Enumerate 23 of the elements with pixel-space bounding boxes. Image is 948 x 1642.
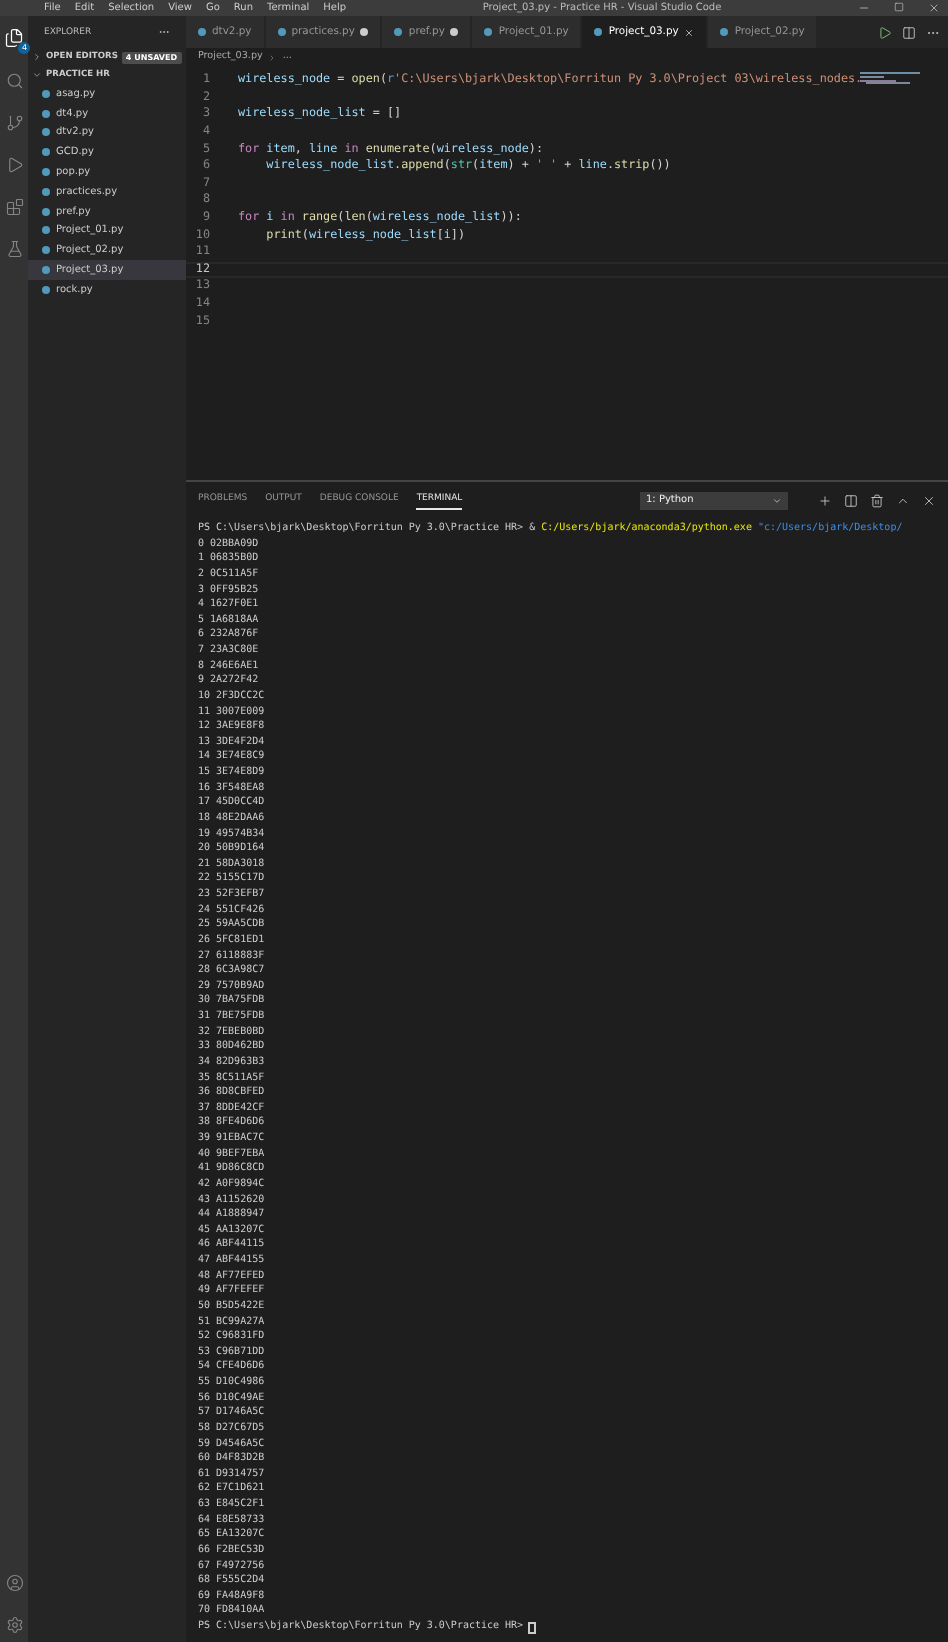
- chevron-up-icon[interactable]: [896, 493, 910, 507]
- maximize-icon[interactable]: [893, 2, 904, 12]
- settings-icon[interactable]: [5, 1616, 23, 1634]
- account-icon[interactable]: [5, 1574, 23, 1592]
- run-icon[interactable]: [878, 25, 892, 39]
- play-icon[interactable]: [5, 156, 23, 174]
- minimap-drawing: [860, 72, 920, 88]
- files-icon[interactable]: [4, 28, 24, 48]
- chevron-right-icon[interactable]: [32, 52, 42, 62]
- extensions-icon[interactable]: [5, 198, 23, 216]
- flask-icon[interactable]: [5, 240, 23, 258]
- chevron-down-icon: [772, 495, 782, 505]
- search-icon[interactable]: [5, 72, 23, 90]
- terminal-cursor: [527, 1621, 536, 1634]
- trash-icon[interactable]: [870, 493, 884, 507]
- close-icon[interactable]: [922, 493, 936, 507]
- split-editor-icon[interactable]: [902, 25, 916, 39]
- plus-icon[interactable]: [818, 493, 832, 507]
- chevron-down-icon[interactable]: [32, 70, 42, 80]
- split-terminal-icon[interactable]: [844, 493, 858, 507]
- close-icon[interactable]: [927, 2, 940, 14]
- minimize-icon[interactable]: [857, 2, 870, 14]
- branch-icon[interactable]: [5, 114, 23, 132]
